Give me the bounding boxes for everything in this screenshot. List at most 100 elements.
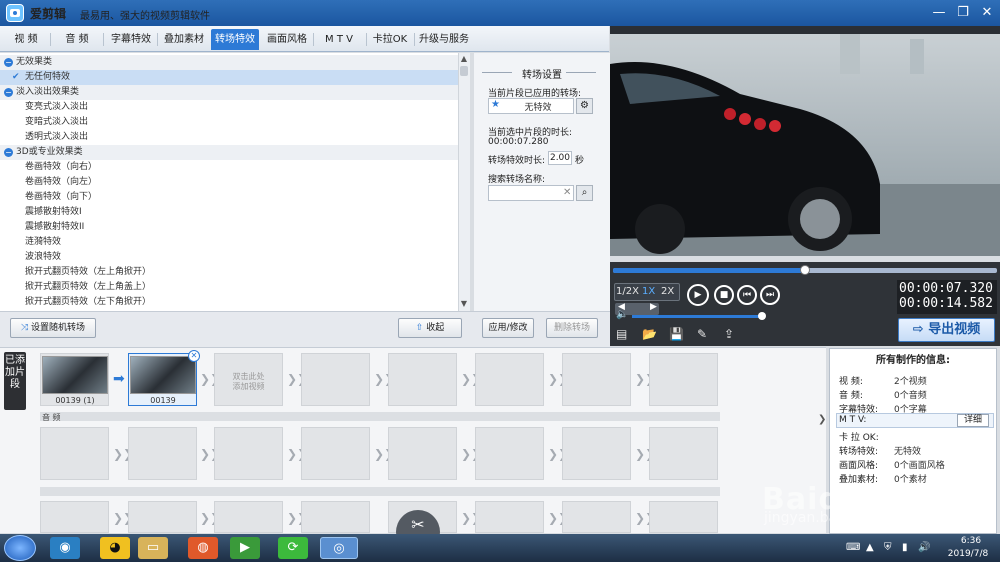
effect-item[interactable]: 震撼散射特效II — [0, 220, 458, 235]
maximize-button[interactable]: ❐ — [952, 3, 974, 23]
save-icon[interactable]: 💾 — [669, 327, 684, 341]
tab-mtv[interactable]: M T V — [315, 29, 363, 50]
added-clips-tab[interactable]: 已添加片段 — [4, 352, 26, 410]
track-slot[interactable] — [475, 501, 544, 533]
speed-1x[interactable]: 1X — [642, 284, 655, 300]
tab-overlay[interactable]: 叠加素材 — [159, 29, 209, 50]
tab-transitions[interactable]: 转场特效 — [211, 29, 259, 50]
effect-item[interactable]: 变亮式淡入淡出 — [0, 100, 458, 115]
qq-icon[interactable]: ◕ — [100, 537, 130, 559]
volume-icon[interactable]: 🔈 — [616, 309, 628, 320]
random-transition-button[interactable]: ⤨ 设置随机转场 — [10, 318, 96, 338]
speed-2x[interactable]: 2X — [661, 284, 674, 300]
track-slot[interactable] — [214, 501, 283, 533]
step-forward-icon[interactable]: ▶ — [650, 302, 657, 312]
clock-time[interactable]: 6:36 — [947, 536, 995, 546]
effect-item[interactable]: 卷画特效（向左） — [0, 175, 458, 190]
track-slot[interactable] — [40, 501, 109, 533]
firefox-icon[interactable]: ◍ — [188, 537, 218, 559]
audio-slot[interactable] — [388, 427, 457, 480]
effect-item[interactable]: 波浪特效 — [0, 250, 458, 265]
empty-slot[interactable] — [475, 353, 544, 406]
effect-item[interactable]: 震撼散射特效I — [0, 205, 458, 220]
effect-item[interactable]: 掀开式翻页特效（左上角掀开） — [0, 265, 458, 280]
open-folder-icon[interactable]: 📂 — [642, 327, 657, 341]
effect-item[interactable]: 卷画特效（向右） — [0, 160, 458, 175]
track-slot[interactable] — [649, 501, 718, 533]
list-scrollbar[interactable] — [458, 53, 470, 311]
delete-transition-button[interactable]: 删除转场 — [546, 318, 598, 338]
search-icon[interactable]: ⌕ — [576, 185, 593, 201]
category-no-effect[interactable]: − 无效果类 — [0, 55, 458, 70]
detail-button[interactable]: 详细 — [957, 414, 989, 427]
security-icon[interactable]: ⛨ — [884, 542, 892, 553]
tab-subtitle-effects[interactable]: 字幕特效 — [106, 29, 156, 50]
audio-slot[interactable] — [128, 427, 197, 480]
category-fade[interactable]: − 淡入淡出效果类 — [0, 85, 458, 100]
track-slot[interactable] — [562, 501, 631, 533]
tray-expand-icon[interactable]: ▲ — [866, 542, 874, 553]
prev-icon[interactable]: ⏮ — [737, 285, 757, 305]
minimize-button[interactable]: — — [928, 3, 950, 23]
empty-slot[interactable] — [388, 353, 457, 406]
empty-slot[interactable] — [562, 353, 631, 406]
track-slot[interactable] — [128, 501, 197, 533]
scroll-up-icon[interactable]: ▲ — [458, 53, 470, 65]
audio-slot[interactable] — [214, 427, 283, 480]
tab-video[interactable]: 视 频 — [4, 29, 48, 50]
network-icon[interactable]: ▮ — [902, 542, 908, 553]
keyboard-icon[interactable]: ⌨ — [846, 542, 860, 553]
scroll-thumb[interactable] — [460, 66, 468, 76]
new-project-icon[interactable]: ▤ — [616, 327, 627, 341]
volume-knob[interactable] — [758, 312, 766, 320]
close-button[interactable]: ✕ — [976, 3, 998, 23]
effect-item[interactable]: 卷画特效（向下） — [0, 190, 458, 205]
empty-slot[interactable] — [649, 353, 718, 406]
transition-arrow-icon[interactable]: ➡ — [113, 372, 125, 386]
effect-duration-input[interactable]: 2.00 — [548, 151, 572, 165]
progress-knob[interactable] — [800, 265, 810, 275]
effect-item[interactable]: 涟漪特效 — [0, 235, 458, 250]
media-app-icon[interactable]: ◉ — [50, 537, 80, 559]
next-icon[interactable]: ⏭ — [760, 285, 780, 305]
start-button[interactable] — [4, 535, 36, 561]
effect-item-none[interactable]: ✔ 无任何特效 — [0, 70, 458, 85]
tab-picture-style[interactable]: 画面风格 — [262, 29, 312, 50]
share-icon[interactable]: ⇪ — [724, 327, 734, 341]
apply-modify-button[interactable]: 应用/修改 — [482, 318, 534, 338]
speed-half[interactable]: 1/2X — [616, 284, 639, 300]
transition-arrow-icon[interactable]: ❯❯ — [200, 373, 220, 385]
tab-karaoke[interactable]: 卡拉OK — [368, 29, 412, 50]
collapse-button[interactable]: ⇧ 收起 — [398, 318, 462, 338]
audio-slot[interactable] — [40, 427, 109, 480]
volume-tray-icon[interactable]: 🔊 — [918, 542, 930, 553]
export-video-button[interactable]: ⇨ 导出视频 — [898, 318, 995, 342]
effect-item[interactable]: 透明式淡入淡出 — [0, 130, 458, 145]
audio-slot[interactable] — [475, 427, 544, 480]
save-as-icon[interactable]: ✎ — [697, 327, 707, 341]
clock-date[interactable]: 2019/7/8 — [938, 549, 998, 559]
clear-icon[interactable]: ✕ — [563, 187, 571, 198]
effect-item[interactable]: 掀开式翻页特效（左下角掀开） — [0, 295, 458, 310]
effect-item[interactable]: 变暗式淡入淡出 — [0, 115, 458, 130]
empty-slot[interactable] — [301, 353, 370, 406]
track-slot[interactable] — [301, 501, 370, 533]
tab-upgrade[interactable]: 升级与服务 — [416, 29, 472, 50]
stop-icon[interactable]: ■ — [714, 285, 734, 305]
video-preview[interactable] — [610, 34, 1000, 256]
audio-slot[interactable] — [301, 427, 370, 480]
audio-slot[interactable] — [562, 427, 631, 480]
play-icon[interactable]: ▶ — [687, 284, 709, 306]
scroll-down-icon[interactable]: ▼ — [458, 298, 470, 310]
video-player-icon[interactable]: ▶ — [230, 537, 260, 559]
file-explorer-icon[interactable]: ▭ — [138, 537, 168, 559]
expand-panel-icon[interactable]: ❯ — [818, 414, 826, 425]
aijianji-taskbar-icon[interactable]: ◎ — [320, 537, 358, 559]
search-input[interactable] — [488, 185, 574, 201]
category-3d[interactable]: −3D或专业效果类 — [0, 145, 458, 160]
tab-audio[interactable]: 音 频 — [54, 29, 100, 50]
browser-icon[interactable]: ⟳ — [278, 537, 308, 559]
effect-item[interactable]: 掀开式翻页特效（左上角盖上） — [0, 280, 458, 295]
audio-slot[interactable] — [649, 427, 718, 480]
remove-clip-icon[interactable]: ✕ — [188, 350, 200, 362]
